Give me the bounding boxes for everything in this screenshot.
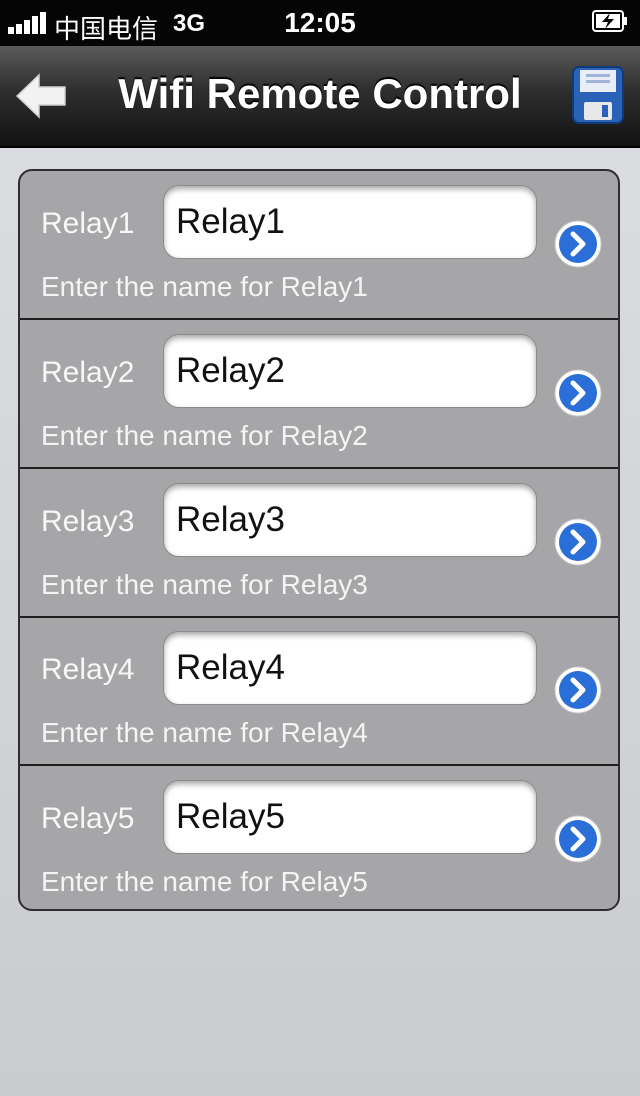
- relay-hint: Enter the name for Relay4: [41, 717, 368, 748]
- battery-charging-icon: [592, 10, 627, 32]
- relay-label: Relay3: [41, 505, 135, 538]
- list-item: Relay1 Enter the name for Relay1: [20, 171, 618, 319]
- chevron-right-icon[interactable]: [553, 665, 603, 715]
- floppy-disk-icon[interactable]: [572, 66, 624, 124]
- relay-label: Relay4: [41, 653, 135, 686]
- status-time: 12:05: [284, 7, 356, 38]
- navigation-bar: Wifi Remote Control: [0, 46, 640, 148]
- chevron-right-icon[interactable]: [553, 219, 603, 269]
- status-bar: 中国电信 3G 12:05: [0, 0, 640, 46]
- list-item: Relay2 Enter the name for Relay2: [20, 320, 618, 468]
- chevron-right-icon[interactable]: [553, 368, 603, 418]
- relay-list: Relay1 Enter the name for Relay1 Relay2 …: [18, 169, 620, 911]
- relay-label: Relay1: [41, 207, 135, 240]
- relay-name-input[interactable]: [163, 631, 537, 705]
- relay-hint: Enter the name for Relay3: [41, 569, 368, 600]
- list-item: Relay5 Enter the name for Relay5: [20, 766, 618, 909]
- relay-name-input[interactable]: [163, 780, 537, 854]
- relay-name-input[interactable]: [163, 334, 537, 408]
- chevron-right-icon[interactable]: [553, 517, 603, 567]
- list-item: Relay4 Enter the name for Relay4: [20, 617, 618, 765]
- relay-hint: Enter the name for Relay2: [41, 420, 368, 451]
- list-item: Relay3 Enter the name for Relay3: [20, 469, 618, 617]
- relay-hint: Enter the name for Relay1: [41, 271, 368, 302]
- page-title: Wifi Remote Control: [118, 70, 522, 117]
- relay-hint: Enter the name for Relay5: [41, 866, 368, 897]
- relay-name-input[interactable]: [163, 185, 537, 259]
- relay-label: Relay2: [41, 356, 135, 389]
- relay-name-input[interactable]: [163, 483, 537, 557]
- chevron-right-icon[interactable]: [553, 814, 603, 864]
- relay-label: Relay5: [41, 802, 135, 835]
